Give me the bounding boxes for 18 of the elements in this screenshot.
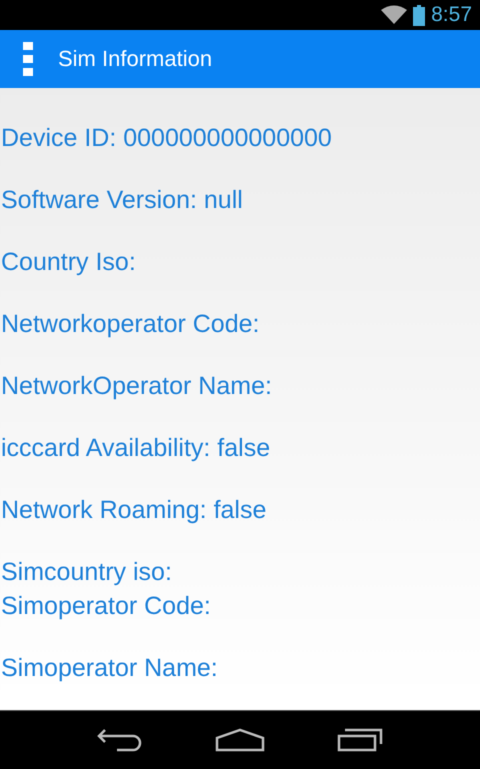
info-line: Networkoperator Code: [1, 309, 260, 340]
home-icon [215, 728, 265, 752]
battery-icon [413, 4, 426, 26]
info-line: Country Iso: [1, 247, 137, 278]
info-line: Simcountry iso: [1, 557, 173, 588]
info-line: Simoperator Name: [1, 653, 219, 684]
info-line: Device ID: 000000000000000 [1, 123, 333, 154]
info-line: Network Roaming: false [1, 495, 268, 526]
back-icon [97, 728, 143, 752]
info-line: icccard Availability: false [1, 433, 272, 464]
info-line: Simoperator Code: [1, 591, 212, 622]
info-line: Software Version: null [1, 185, 244, 216]
wifi-icon [381, 5, 408, 25]
menu-icon[interactable] [23, 42, 33, 76]
clock-time: 8:57 [431, 3, 472, 27]
recent-apps-icon [337, 728, 383, 752]
app-title: Sim Information [58, 46, 212, 72]
info-line: NetworkOperator Name: [1, 371, 273, 402]
